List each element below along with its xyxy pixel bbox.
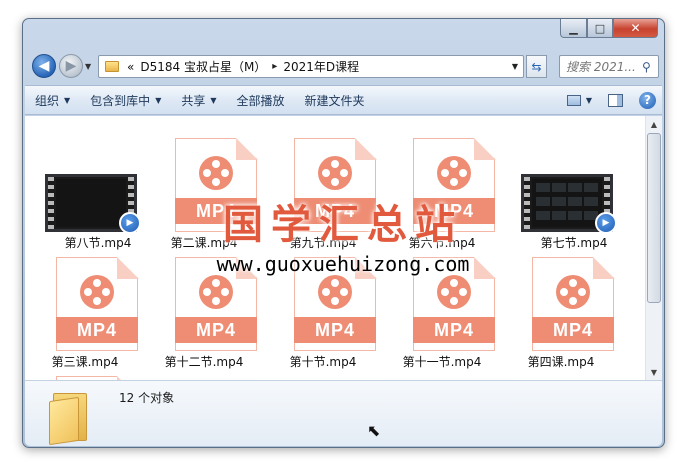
include-library-menu[interactable]: 包含到库中 ▼ — [80, 88, 171, 112]
folder-icon — [49, 389, 91, 446]
share-menu[interactable]: 共享 ▼ — [171, 88, 226, 112]
breadcrumb-separator[interactable]: ▸ — [272, 61, 277, 72]
file-name: 第四课.mp4 — [527, 355, 595, 369]
scroll-down-arrow[interactable]: ▼ — [646, 364, 662, 380]
new-folder-button[interactable]: 新建文件夹 — [295, 88, 375, 112]
breadcrumb-current[interactable]: 2021年D课程 — [283, 58, 359, 75]
chevron-down-icon: ▼ — [155, 95, 162, 105]
address-overflow-chevron[interactable]: « — [127, 60, 134, 74]
file-item[interactable] — [30, 368, 140, 380]
file-name: 第十节.mp4 — [289, 355, 357, 369]
refresh-icon: ⇆ — [531, 59, 542, 74]
watermark-title: 国学汇总站 — [223, 202, 463, 248]
breadcrumb-parent[interactable]: D5184 宝叔占星（M） — [140, 58, 266, 75]
organize-menu[interactable]: 组织 ▼ — [25, 88, 80, 112]
search-icon[interactable]: ⚲ — [642, 60, 651, 74]
search-box[interactable]: ⚲ — [559, 55, 659, 78]
mp4-badge: MP4 — [413, 317, 495, 343]
mouse-cursor-icon: ⬉ — [367, 421, 381, 440]
refresh-button[interactable]: ⇆ — [526, 55, 547, 78]
search-input[interactable] — [566, 59, 640, 74]
caption-buttons: ▁ □ ✕ — [560, 19, 658, 38]
command-bar: 组织 ▼ 包含到库中 ▼ 共享 ▼ 全部播放 新建文件夹 ▼ ? — [25, 85, 662, 115]
file-name: 第十一节.mp4 — [402, 355, 482, 369]
scroll-up-arrow[interactable]: ▲ — [646, 116, 662, 132]
address-bar[interactable]: « D5184 宝叔占星（M） ▸ 2021年D课程 ▼ — [98, 55, 524, 78]
preview-pane-icon[interactable] — [608, 93, 623, 107]
help-icon[interactable]: ? — [639, 91, 656, 109]
mp4-badge: MP4 — [532, 317, 614, 343]
mp4-badge: MP4 — [56, 317, 138, 343]
chevron-down-icon: ▼ — [210, 95, 217, 105]
chevron-down-icon: ▼ — [64, 95, 71, 105]
close-button[interactable]: ✕ — [613, 19, 658, 38]
watermark-url: www.guoxuehuizong.com — [216, 252, 470, 276]
folder-icon — [105, 61, 119, 72]
play-all-button[interactable]: 全部播放 — [227, 88, 295, 112]
details-pane: 12 个对象 ⬉ — [25, 380, 662, 446]
share-label: 共享 — [181, 93, 206, 108]
change-view-icon[interactable] — [566, 94, 581, 106]
minimize-button[interactable]: ▁ — [560, 19, 587, 38]
forward-button[interactable]: ▶ — [59, 54, 83, 78]
maximize-button[interactable]: □ — [587, 19, 613, 38]
item-count: 12 个对象 — [119, 391, 175, 405]
include-library-label: 包含到库中 — [90, 93, 151, 108]
organize-label: 组织 — [35, 93, 60, 108]
file-name: 第十二节.mp4 — [164, 355, 244, 369]
back-button[interactable]: ◀ — [32, 54, 56, 78]
view-options-dropdown[interactable]: ▼ — [586, 96, 592, 105]
mp4-badge: MP4 — [294, 317, 376, 343]
mp4-badge: MP4 — [175, 317, 257, 343]
recent-pages-dropdown[interactable]: ▼ — [85, 62, 91, 71]
address-dropdown[interactable]: ▼ — [512, 62, 518, 71]
